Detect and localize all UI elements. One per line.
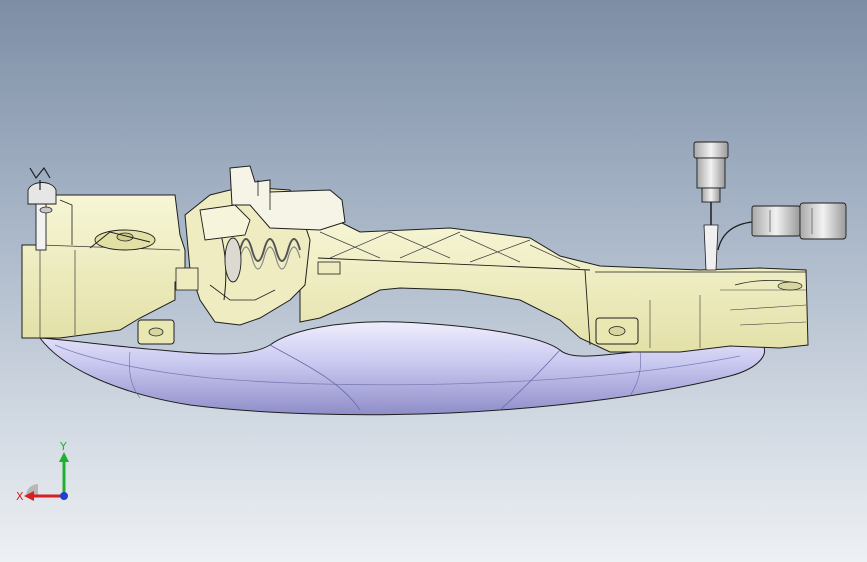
door-handle-model[interactable] xyxy=(0,0,867,562)
y-axis-label: Y xyxy=(59,440,67,453)
connector-plug-side[interactable] xyxy=(717,202,847,251)
view-orientation-triad[interactable]: Y X xyxy=(10,438,80,508)
y-axis-arrow xyxy=(59,452,69,462)
z-axis-dot xyxy=(60,492,68,500)
x-axis-label: X xyxy=(16,490,24,503)
graphics-viewport[interactable]: Y X xyxy=(0,0,867,562)
connector-plug-vertical[interactable] xyxy=(693,141,729,271)
